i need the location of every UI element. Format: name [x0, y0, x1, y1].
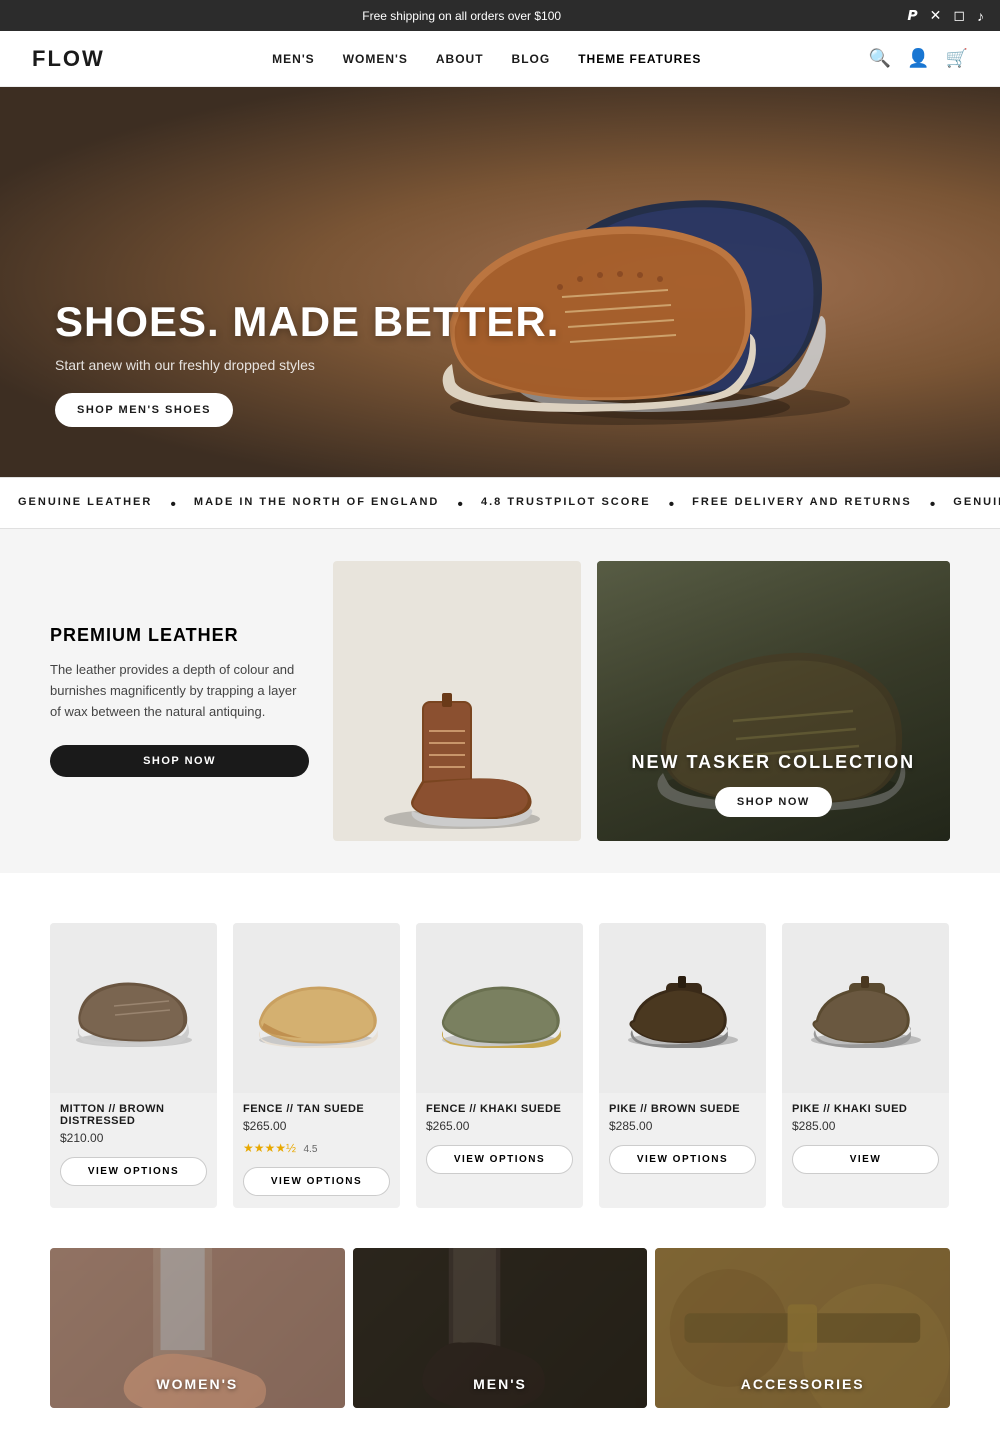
account-icon[interactable]: 👤 [907, 48, 929, 69]
feature-section: PREMIUM LEATHER The leather provides a d… [0, 529, 1000, 873]
product-card-5: PIKE // KHAKI SUED $285.00 VIEW [782, 923, 949, 1208]
product-name-5: PIKE // KHAKI SUED [792, 1103, 939, 1115]
category-label-womens: WOMEN'S [50, 1376, 345, 1392]
pinterest-icon[interactable]: 𝙋 [907, 7, 917, 24]
categories-section: WOMEN'S MEN'S ACCESSORIES [0, 1248, 1000, 1448]
stars-icon: ★★★★½ [243, 1141, 296, 1155]
logo[interactable]: FLOW [32, 46, 105, 72]
nav-mens[interactable]: MEN'S [272, 52, 315, 66]
feature-text: PREMIUM LEATHER The leather provides a d… [50, 561, 333, 841]
product-shoe-svg-5 [801, 968, 931, 1048]
product-price-1: $210.00 [60, 1131, 207, 1145]
nav-about[interactable]: ABOUT [436, 52, 484, 66]
feature-shop-now-button[interactable]: SHOP NOW [50, 745, 309, 777]
feature-description: The leather provides a depth of colour a… [50, 660, 309, 722]
product-image-3 [416, 923, 583, 1093]
x-twitter-icon[interactable]: ✕ [930, 7, 942, 24]
view-options-button-2[interactable]: VIEW OPTIONS [243, 1167, 390, 1196]
product-info-2: FENCE // TAN SUEDE $265.00 ★★★★½ 4.5 VIE… [233, 1093, 400, 1208]
product-shoe-svg-3 [435, 968, 565, 1048]
nav-theme-features[interactable]: THEME FEATURES [578, 52, 701, 66]
cart-icon[interactable]: 🛒 [946, 48, 968, 69]
ticker-bar: GENUINE LEATHER • MADE IN THE NORTH OF E… [0, 477, 1000, 529]
header: FLOW MEN'S WOMEN'S ABOUT BLOG THEME FEAT… [0, 31, 1000, 87]
ticker-item-3: 4.8 TRUSTPILOT SCORE [463, 496, 669, 514]
ticker-inner: GENUINE LEATHER • MADE IN THE NORTH OF E… [0, 496, 1000, 514]
view-options-button-3[interactable]: VIEW OPTIONS [426, 1145, 573, 1174]
product-price-4: $285.00 [609, 1119, 756, 1133]
product-card-1: MITTON // BROWN DISTRESSED $210.00 VIEW … [50, 923, 217, 1208]
tiktok-icon[interactable]: ♪ [977, 8, 984, 24]
product-info-5: PIKE // KHAKI SUED $285.00 VIEW [782, 1093, 949, 1186]
header-icons: 🔍 👤 🛒 [869, 48, 968, 69]
feature-heading: PREMIUM LEATHER [50, 625, 309, 646]
product-name-4: PIKE // BROWN SUEDE [609, 1103, 756, 1115]
product-price-5: $285.00 [792, 1119, 939, 1133]
nav-blog[interactable]: BLOG [512, 52, 551, 66]
product-info-1: MITTON // BROWN DISTRESSED $210.00 VIEW … [50, 1093, 217, 1198]
products-grid: MITTON // BROWN DISTRESSED $210.00 VIEW … [50, 923, 950, 1208]
hero-cta-button[interactable]: SHOP MEN'S SHOES [55, 393, 233, 427]
view-options-button-5[interactable]: VIEW [792, 1145, 939, 1174]
category-label-mens: MEN'S [353, 1376, 648, 1392]
search-icon[interactable]: 🔍 [869, 48, 891, 69]
product-rating-2: ★★★★½ 4.5 [243, 1139, 390, 1157]
hero-subtitle: Start anew with our freshly dropped styl… [55, 357, 559, 373]
product-image-5 [782, 923, 949, 1093]
main-nav: MEN'S WOMEN'S ABOUT BLOG THEME FEATURES [272, 52, 701, 66]
products-section: MITTON // BROWN DISTRESSED $210.00 VIEW … [0, 873, 1000, 1248]
ticker-item-4: FREE DELIVERY AND RETURNS [674, 496, 930, 514]
hero-section: SHOES. MADE BETTER. Start anew with our … [0, 87, 1000, 477]
announcement-bar: Free shipping on all orders over $100 𝙋 … [0, 0, 1000, 31]
category-accessories[interactable]: ACCESSORIES [655, 1248, 950, 1408]
product-card-4: PIKE // BROWN SUEDE $285.00 VIEW OPTIONS [599, 923, 766, 1208]
nav-womens[interactable]: WOMEN'S [343, 52, 408, 66]
product-name-2: FENCE // TAN SUEDE [243, 1103, 390, 1115]
category-label-accessories: ACCESSORIES [655, 1376, 950, 1392]
product-image-4 [599, 923, 766, 1093]
product-image-2 [233, 923, 400, 1093]
hero-title: SHOES. MADE BETTER. [55, 299, 559, 345]
product-shoe-svg-4 [618, 968, 748, 1048]
feature-collection-content: NEW TASKER COLLECTION SHOP NOW [597, 728, 950, 841]
rating-count-2: 4.5 [304, 1144, 318, 1155]
product-info-3: FENCE // KHAKI SUEDE $265.00 VIEW OPTION… [416, 1093, 583, 1186]
product-price-2: $265.00 [243, 1119, 390, 1133]
product-shoe-svg-1 [69, 968, 199, 1048]
product-price-3: $265.00 [426, 1119, 573, 1133]
product-card-2: FENCE // TAN SUEDE $265.00 ★★★★½ 4.5 VIE… [233, 923, 400, 1208]
hero-content: SHOES. MADE BETTER. Start anew with our … [0, 299, 559, 477]
instagram-icon[interactable]: ◻ [953, 7, 965, 24]
ticker-item-2: MADE IN THE NORTH OF ENGLAND [176, 496, 457, 514]
announcement-text: Free shipping on all orders over $100 [16, 9, 907, 23]
view-options-button-4[interactable]: VIEW OPTIONS [609, 1145, 756, 1174]
category-womens[interactable]: WOMEN'S [50, 1248, 345, 1408]
feature-leather-shoe-svg [367, 671, 547, 831]
product-name-3: FENCE // KHAKI SUEDE [426, 1103, 573, 1115]
feature-collection: NEW TASKER COLLECTION SHOP NOW [597, 561, 950, 841]
collection-title: NEW TASKER COLLECTION [621, 752, 926, 773]
product-shoe-svg-2 [252, 968, 382, 1048]
collection-shop-now-button[interactable]: SHOP NOW [715, 787, 832, 817]
product-image-1 [50, 923, 217, 1093]
product-name-1: MITTON // BROWN DISTRESSED [60, 1103, 207, 1127]
product-card-3: FENCE // KHAKI SUEDE $265.00 VIEW OPTION… [416, 923, 583, 1208]
ticker-item-5: GENUINE LEATHER [935, 496, 1000, 514]
view-options-button-1[interactable]: VIEW OPTIONS [60, 1157, 207, 1186]
product-info-4: PIKE // BROWN SUEDE $285.00 VIEW OPTIONS [599, 1093, 766, 1186]
feature-shoe-image [333, 561, 581, 841]
category-mens[interactable]: MEN'S [353, 1248, 648, 1408]
ticker-item-1: GENUINE LEATHER [0, 496, 170, 514]
social-icons-group: 𝙋 ✕ ◻ ♪ [907, 7, 984, 24]
